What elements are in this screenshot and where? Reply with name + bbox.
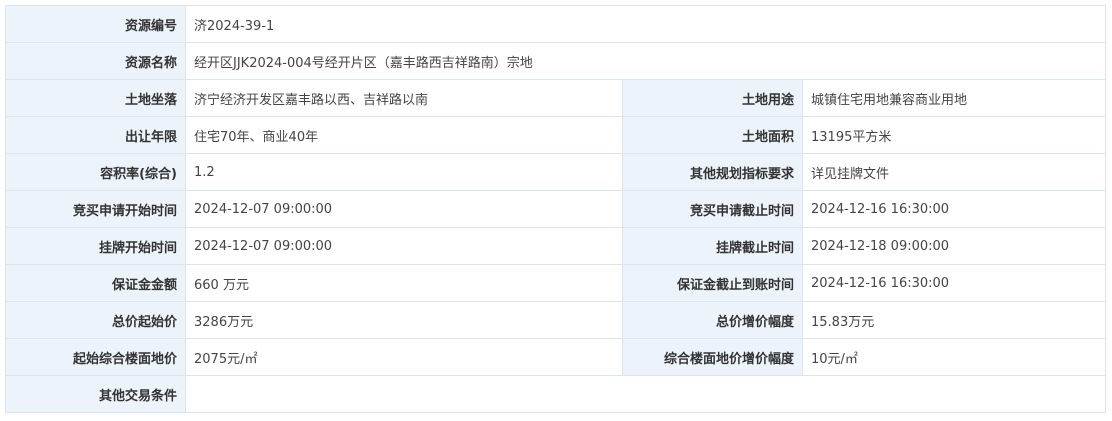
field-value: 2024-12-16 16:30:00 xyxy=(801,190,1107,228)
field-label: 竞买申请截止时间 xyxy=(622,190,803,228)
table-row: 资源名称 经开区JJK2024-004号经开片区（嘉丰路西吉祥路南）宗地 xyxy=(5,42,1107,80)
field-label: 其他规划指标要求 xyxy=(622,153,803,191)
field-label: 土地用途 xyxy=(622,79,803,117)
field-value: 3286万元 xyxy=(185,301,623,339)
table-row: 竞买申请开始时间 2024-12-07 09:00:00 竞买申请截止时间 20… xyxy=(5,190,1107,228)
field-label: 其他交易条件 xyxy=(5,375,186,413)
field-value: 济2024-39-1 xyxy=(184,5,1107,43)
field-label: 挂牌截止时间 xyxy=(622,227,803,265)
field-label: 资源编号 xyxy=(5,5,186,43)
field-label: 总价起始价 xyxy=(5,301,186,339)
field-label: 综合楼面地价增价幅度 xyxy=(622,338,803,376)
field-label: 起始综合楼面地价 xyxy=(5,338,186,376)
field-value xyxy=(184,375,1107,413)
field-value: 详见挂牌文件 xyxy=(801,153,1107,191)
land-info-panel: 资源编号 济2024-39-1 资源名称 经开区JJK2024-004号经开片区… xyxy=(5,5,1107,413)
field-value: 2024-12-16 16:30:00 xyxy=(801,264,1107,302)
field-value: 济宁经济开发区嘉丰路以西、吉祥路以南 xyxy=(185,79,623,117)
field-value: 2024-12-07 09:00:00 xyxy=(185,227,623,265)
field-value: 1.2 xyxy=(185,153,623,191)
land-info-table: 资源编号 济2024-39-1 资源名称 经开区JJK2024-004号经开片区… xyxy=(5,5,1107,413)
field-value: 城镇住宅用地兼容商业用地 xyxy=(801,79,1107,117)
field-value: 经开区JJK2024-004号经开片区（嘉丰路西吉祥路南）宗地 xyxy=(184,42,1107,80)
field-label: 竞买申请开始时间 xyxy=(5,190,186,228)
field-label: 总价增价幅度 xyxy=(622,301,803,339)
table-row: 资源编号 济2024-39-1 xyxy=(5,5,1107,43)
table-row: 挂牌开始时间 2024-12-07 09:00:00 挂牌截止时间 2024-1… xyxy=(5,227,1107,265)
table-row: 其他交易条件 xyxy=(5,375,1107,413)
field-value: 2024-12-07 09:00:00 xyxy=(185,190,623,228)
field-label: 土地坐落 xyxy=(5,79,186,117)
field-value: 10元/㎡ xyxy=(801,338,1107,376)
field-value: 2024-12-18 09:00:00 xyxy=(801,227,1107,265)
field-value: 住宅70年、商业40年 xyxy=(185,116,623,154)
field-label: 土地面积 xyxy=(622,116,803,154)
field-value: 2075元/㎡ xyxy=(185,338,623,376)
table-row: 土地坐落 济宁经济开发区嘉丰路以西、吉祥路以南 土地用途 城镇住宅用地兼容商业用… xyxy=(5,79,1107,117)
field-label: 容积率(综合) xyxy=(5,153,186,191)
field-label: 出让年限 xyxy=(5,116,186,154)
table-row: 出让年限 住宅70年、商业40年 土地面积 13195平方米 xyxy=(5,116,1107,154)
table-row: 容积率(综合) 1.2 其他规划指标要求 详见挂牌文件 xyxy=(5,153,1107,191)
field-label: 保证金金额 xyxy=(5,264,186,302)
field-label: 挂牌开始时间 xyxy=(5,227,186,265)
field-value: 13195平方米 xyxy=(801,116,1107,154)
field-label: 资源名称 xyxy=(5,42,186,80)
field-value: 15.83万元 xyxy=(801,301,1107,339)
table-row: 保证金金额 660 万元 保证金截止到账时间 2024-12-16 16:30:… xyxy=(5,264,1107,302)
field-label: 保证金截止到账时间 xyxy=(622,264,803,302)
table-row: 起始综合楼面地价 2075元/㎡ 综合楼面地价增价幅度 10元/㎡ xyxy=(5,338,1107,376)
table-row: 总价起始价 3286万元 总价增价幅度 15.83万元 xyxy=(5,301,1107,339)
field-value: 660 万元 xyxy=(185,264,623,302)
